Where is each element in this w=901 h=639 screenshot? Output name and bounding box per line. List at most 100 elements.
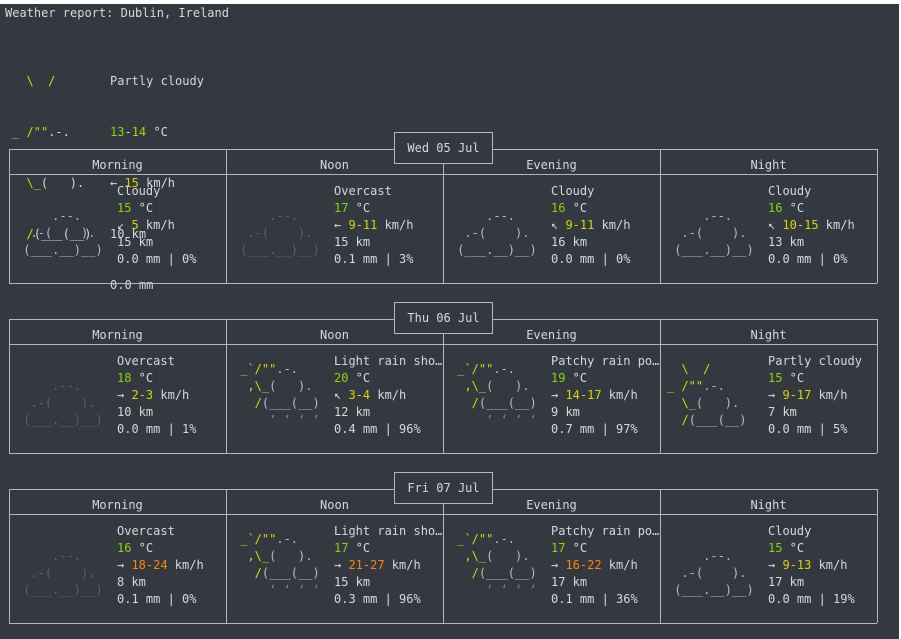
current-condition: Partly cloudy bbox=[110, 74, 204, 88]
column-header-night: Night bbox=[750, 158, 787, 172]
slot-info: Overcast 16 °C → 18-24 km/h 8 km 0.1 mm | 0% bbox=[117, 523, 204, 608]
temp-value: 20 bbox=[334, 371, 349, 385]
wind-direction-icon: → bbox=[551, 388, 566, 402]
wind-direction-icon: ← bbox=[334, 218, 349, 232]
slot-visibility: 7 km bbox=[768, 405, 797, 419]
cloud-icon: .--. .-( ). (___.__)__) bbox=[16, 531, 103, 599]
art-line: (___.__)__) bbox=[16, 583, 103, 597]
temp-value: 15 bbox=[768, 541, 783, 555]
wind-direction-icon: → bbox=[117, 558, 132, 572]
column-header-noon: Noon bbox=[320, 498, 349, 512]
temp-unit: °C bbox=[348, 201, 371, 215]
wind-speed: 14-17 bbox=[565, 388, 602, 402]
wind-speed: 3-4 bbox=[348, 388, 371, 402]
temp-unit: °C bbox=[348, 371, 371, 385]
wind-speed: 9-13 bbox=[782, 558, 812, 572]
art-line: \ / bbox=[12, 74, 56, 88]
art-line: /(___(__) bbox=[233, 566, 320, 580]
slot-precipitation: 0.0 mm | 19% bbox=[768, 592, 855, 606]
wind-unit: km/h bbox=[167, 558, 204, 572]
slot-precipitation: 0.4 mm | 96% bbox=[334, 422, 421, 436]
rain-cloud-icon: _`/"".-. ,\_( ). /(___(__) ‘ ‘ ‘ ‘ bbox=[233, 361, 320, 429]
column-header-noon: Noon bbox=[320, 328, 349, 342]
slot-temperature: 15 °C bbox=[768, 540, 855, 557]
wind-direction-icon: → bbox=[117, 388, 132, 402]
slot-visibility: 17 km bbox=[768, 575, 805, 589]
slot-condition: Cloudy bbox=[768, 184, 812, 198]
slot-info: Patchy rain po… 17 °C → 16-22 km/h 17 km 0.1… bbox=[551, 523, 659, 608]
art-line bbox=[667, 531, 754, 548]
slot-wind: ← 9-11 km/h bbox=[334, 217, 413, 234]
slot-wind: → 14-17 km/h bbox=[551, 387, 659, 404]
art-line: (___.__)__) bbox=[16, 243, 103, 257]
column-header-morning: Morning bbox=[92, 328, 143, 342]
temp-value: 18 bbox=[117, 371, 132, 385]
wind-unit: km/h bbox=[811, 388, 848, 402]
temp-unit: °C bbox=[348, 541, 371, 555]
slot-visibility: 9 km bbox=[551, 405, 580, 419]
wind-speed: 5 bbox=[131, 218, 139, 232]
slot-precipitation: 0.7 mm | 97% bbox=[551, 422, 638, 436]
wind-unit: km/h bbox=[601, 388, 638, 402]
temp-value: 17 bbox=[334, 201, 349, 215]
slot-condition: Overcast bbox=[117, 524, 175, 538]
rain-cloud-icon: _`/"".-. ,\_( ). /(___(__) ‘ ‘ ‘ ‘ bbox=[450, 361, 536, 429]
art-line: ,\_( ). bbox=[233, 549, 313, 563]
slot-info: Cloudy 16 °C ↖ 10-15 km/h 13 km 0.0 mm | 0% bbox=[768, 183, 855, 268]
cloud-icon: .--. .-( ). (___.__)__) bbox=[16, 361, 103, 429]
slot-info: Cloudy 15 °C → 9-13 km/h 17 km 0.0 mm | 19% bbox=[768, 523, 855, 608]
wind-direction-icon: ↖ bbox=[768, 218, 783, 232]
terminal-window: Weather report: Dublin, Ireland \ / _ /"… bbox=[0, 0, 901, 639]
wind-unit: km/h bbox=[601, 558, 638, 572]
cloud-icon: .--. .-( ). (___.__)__) bbox=[667, 531, 754, 599]
wind-direction-icon: → bbox=[768, 558, 783, 572]
art-line: ‘ ‘ ‘ ‘ bbox=[233, 583, 320, 597]
wind-unit: km/h bbox=[370, 388, 407, 402]
art-line bbox=[233, 191, 320, 208]
art-line: .--. bbox=[450, 209, 516, 223]
cloud-icon: .--. .-( ). (___.__)__) bbox=[667, 191, 753, 259]
table-border bbox=[877, 319, 878, 453]
slot-wind: → 21-27 km/h bbox=[334, 557, 442, 574]
wind-unit: km/h bbox=[818, 218, 855, 232]
temp-value: 16 bbox=[117, 541, 132, 555]
wind-unit: km/h bbox=[153, 388, 190, 402]
slot-temperature: 16 °C bbox=[117, 540, 204, 557]
column-header-morning: Morning bbox=[92, 158, 143, 172]
current-precipitation: 0.0 mm bbox=[110, 278, 154, 292]
slot-condition: Patchy rain po… bbox=[551, 524, 660, 538]
slot-condition: Overcast bbox=[117, 354, 175, 368]
cloud-icon: .--. .-( ). (___.__)__) bbox=[450, 191, 537, 259]
slot-info: Overcast 17 °C ← 9-11 km/h 15 km 0.1 mm | 3% bbox=[334, 183, 413, 268]
art-line: .-( ). bbox=[16, 396, 96, 410]
wind-unit: km/h bbox=[138, 218, 175, 232]
slot-precipitation: 0.3 mm | 96% bbox=[334, 592, 421, 606]
art-line: (___.__)__) bbox=[450, 243, 537, 257]
slot-info: Light rain sho… 20 °C ↖ 3-4 km/h 12 km 0.4 m… bbox=[334, 353, 442, 438]
art-line: .--. bbox=[16, 209, 82, 223]
table-border bbox=[9, 623, 877, 624]
slot-temperature: 20 °C bbox=[334, 370, 442, 387]
art-line: \_( ). bbox=[12, 176, 85, 190]
art-line: _ /"".-. bbox=[12, 125, 70, 139]
slot-precipitation: 0.0 mm | 0% bbox=[117, 252, 197, 266]
table-border bbox=[877, 149, 878, 283]
slot-visibility: 13 km bbox=[768, 235, 805, 249]
slot-wind: ↙ 5 km/h bbox=[117, 217, 196, 234]
temp-unit: °C bbox=[782, 541, 805, 555]
art-line: ,\_( ). bbox=[450, 379, 530, 393]
art-line: /(___(__) bbox=[233, 396, 320, 410]
slot-visibility: 16 km bbox=[551, 235, 588, 249]
wind-speed: 18-24 bbox=[131, 558, 168, 572]
slot-precipitation: 0.0 mm | 1% bbox=[117, 422, 197, 436]
temp-low: 13 bbox=[110, 125, 125, 139]
slot-wind: → 18-24 km/h bbox=[117, 557, 204, 574]
art-line: .-( ). bbox=[233, 226, 313, 240]
slot-temperature: 16 °C bbox=[768, 200, 855, 217]
art-line: .-( ). bbox=[16, 226, 96, 240]
slot-visibility: 17 km bbox=[551, 575, 588, 589]
art-line: (___.__)__) bbox=[667, 583, 754, 597]
art-line bbox=[16, 361, 103, 378]
art-line: .--. bbox=[667, 209, 733, 223]
slot-precipitation: 0.0 mm | 0% bbox=[768, 252, 848, 266]
